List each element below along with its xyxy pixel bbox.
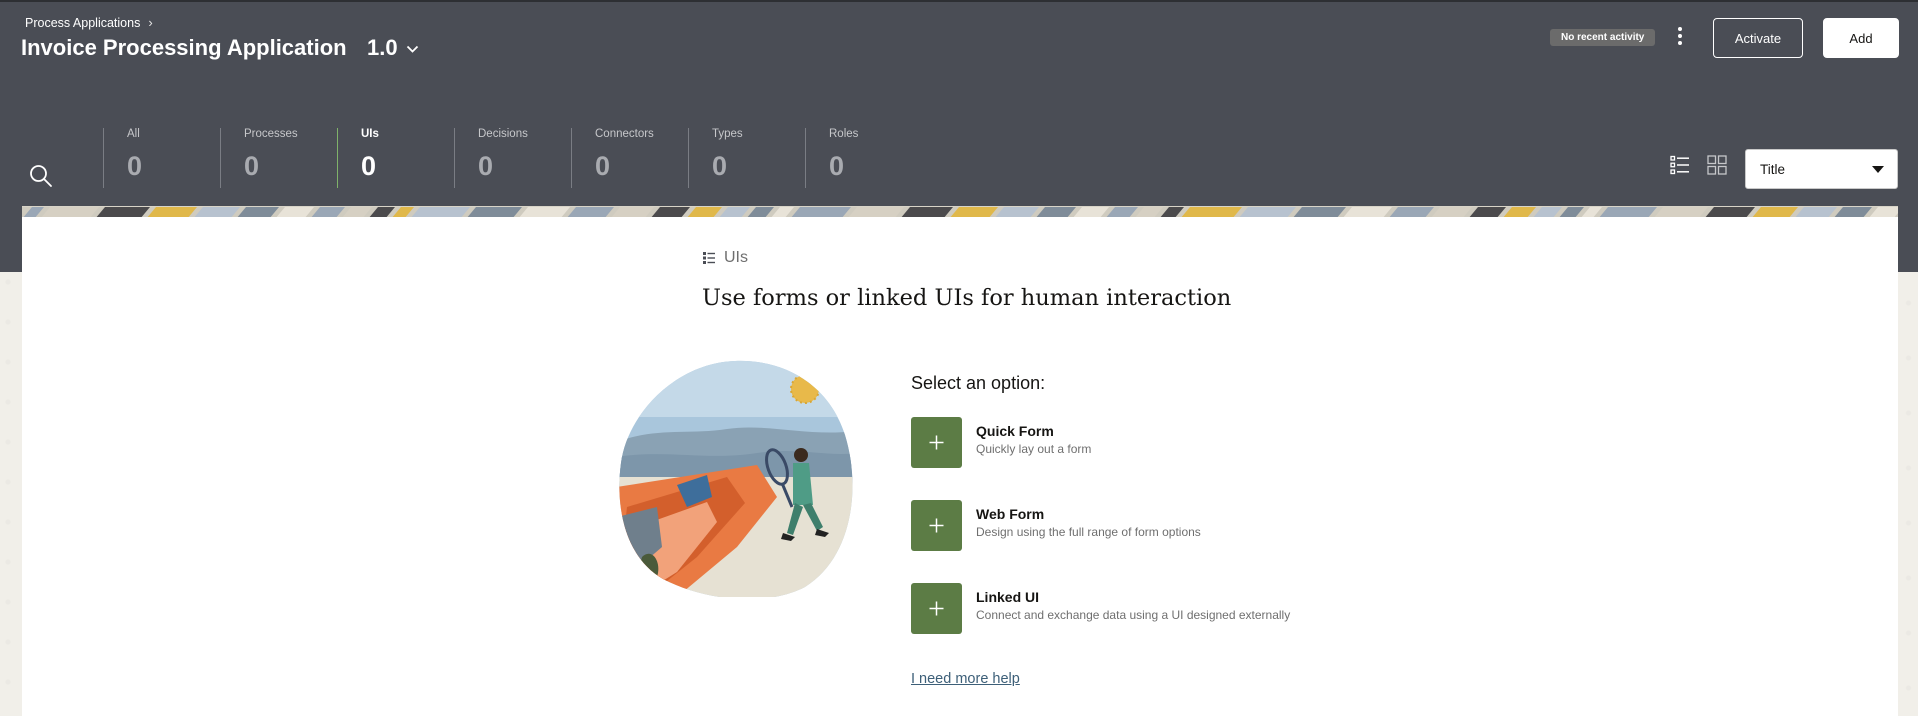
tab-label: Types [712,128,743,140]
plus-icon [929,601,944,616]
add-quick-form-button[interactable] [911,417,962,468]
list-view-icon[interactable] [1670,155,1690,175]
more-options-icon[interactable] [1672,24,1688,48]
tab-label: UIs [361,128,379,140]
chevron-down-icon [406,45,418,53]
tab-label: Processes [244,128,298,140]
activate-button[interactable]: Activate [1713,18,1803,58]
activity-badge: No recent activity [1550,29,1656,46]
tab-types[interactable]: Types 0 [688,128,805,188]
select-option-label: Select an option: [911,373,1046,393]
tab-label: Decisions [478,128,528,140]
breadcrumb-link[interactable]: Process Applications [25,16,140,30]
tab-connectors[interactable]: Connectors 0 [571,128,688,188]
tab-label: Roles [829,128,859,140]
tab-count: 0 [127,151,143,181]
version-label: 1.0 [367,35,398,60]
tab-uis[interactable]: UIs 0 [337,128,454,188]
app-title: Invoice Processing Application [21,35,347,60]
section-label: UIs [702,249,748,267]
tab-count: 0 [478,151,494,181]
quick-form-option[interactable]: Quick Form Quickly lay out a form [911,417,1091,468]
tab-processes[interactable]: Processes 0 [220,128,337,188]
plus-icon [929,518,944,533]
tab-count: 0 [829,151,845,181]
tab-label: All [127,128,140,140]
add-linked-ui-button[interactable] [911,583,962,634]
option-description: Connect and exchange data using a UI des… [976,608,1291,622]
option-title: Web Form [976,506,1045,522]
sort-select-value: Title [1760,161,1786,177]
tab-count: 0 [595,151,611,181]
tab-count: 0 [244,151,260,181]
search-icon[interactable] [28,163,54,189]
caret-down-icon [1872,165,1884,173]
breadcrumb[interactable]: Process Applications › [25,15,153,30]
more-help-link[interactable]: I need more help [911,671,1020,687]
filter-tabs: All 0 Processes 0 UIs 0 Decisions 0 Conn… [103,128,922,188]
sort-select[interactable]: Title [1745,149,1898,189]
version-selector[interactable]: 1.0 [367,35,419,61]
tab-roles[interactable]: Roles 0 [805,128,922,188]
ui-list-icon [703,252,715,264]
option-description: Design using the full range of form opti… [976,525,1201,539]
add-web-form-button[interactable] [911,500,962,551]
chevron-right-icon: › [148,15,153,30]
option-title: Quick Form [976,423,1054,439]
tab-decisions[interactable]: Decisions 0 [454,128,571,188]
section-label-text: UIs [724,249,748,266]
linked-ui-option[interactable]: Linked UI Connect and exchange data usin… [911,583,1290,634]
option-title: Linked UI [976,589,1040,605]
add-button[interactable]: Add [1823,18,1899,58]
option-description: Quickly lay out a form [976,442,1092,456]
plus-icon [929,435,944,450]
web-form-option[interactable]: Web Form Design using the full range of … [911,500,1201,551]
page-headline: Use forms or linked UIs for human intera… [702,285,1232,311]
main-card: UIs Use forms or linked UIs for human in… [22,217,1898,716]
tab-count: 0 [361,151,377,181]
tab-label: Connectors [595,128,654,140]
tab-all[interactable]: All 0 [103,128,220,188]
explorer-illustration [617,357,857,597]
tab-count: 0 [712,151,728,181]
grid-view-icon[interactable] [1707,155,1727,175]
